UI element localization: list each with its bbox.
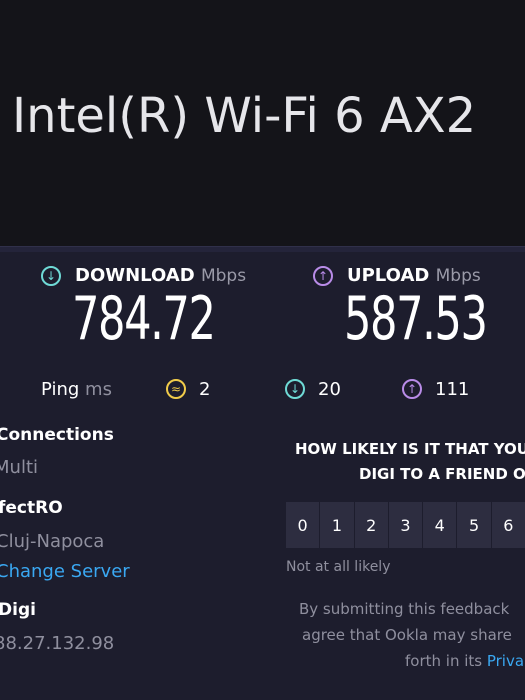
upload-label: UPLOAD Mbps <box>347 265 481 286</box>
rating-button-3[interactable]: 3 <box>388 502 423 548</box>
ping-download-value: 20 <box>318 379 341 400</box>
connections-label: Connections <box>0 425 114 445</box>
ping-label: Ping ms <box>41 379 112 400</box>
arrow-up-circle-icon: ↑ <box>313 266 333 286</box>
provider-name: Digi <box>0 600 36 620</box>
ping-unit: ms <box>85 379 112 400</box>
survey-footer-line2: agree that Ookla may share <box>302 626 512 644</box>
download-value: 784.72 <box>72 284 216 354</box>
survey-footer-line3: forth in its Priva <box>405 652 524 670</box>
privacy-link[interactable]: Priva <box>487 652 524 670</box>
rating-button-4[interactable]: 4 <box>423 502 457 548</box>
ping-idle-value: 2 <box>199 379 211 400</box>
rating-button-6[interactable]: 6 <box>491 502 525 548</box>
survey-footer-prefix: forth in its <box>405 652 487 670</box>
upload-latency-icon: ↑ <box>402 379 422 399</box>
upload-value: 587.53 <box>344 284 488 354</box>
survey-question-line1: HOW LIKELY IS IT THAT YOU <box>295 440 525 458</box>
adapter-name: Intel(R) Wi-Fi 6 AX2 <box>12 88 477 144</box>
server-name: fectRO <box>0 498 63 518</box>
survey-question-line2: DIGI TO A FRIEND O <box>359 465 525 483</box>
download-label: DOWNLOAD Mbps <box>75 265 246 286</box>
survey-footer-line1: By submitting this feedback <box>299 600 510 618</box>
connections-value: Multi <box>0 457 38 478</box>
provider-ip: 88.27.132.98 <box>0 633 115 654</box>
rating-button-2[interactable]: 2 <box>354 502 388 548</box>
rating-button-5[interactable]: 5 <box>457 502 491 548</box>
download-unit: Mbps <box>200 266 247 286</box>
idle-latency-icon: ≈ <box>166 379 186 399</box>
arrow-down-circle-icon: ↓ <box>41 266 61 286</box>
rating-low-label: Not at all likely <box>286 559 391 575</box>
server-location: Cluj-Napoca <box>0 531 105 552</box>
download-latency-icon: ↓ <box>285 379 305 399</box>
change-server-link[interactable]: Change Server <box>0 561 130 582</box>
adapter-header: Intel(R) Wi-Fi 6 AX2 <box>0 0 525 246</box>
ping-upload-value: 111 <box>435 379 470 400</box>
rating-button-0[interactable]: 0 <box>286 502 320 548</box>
upload-unit: Mbps <box>435 266 481 286</box>
ping-label-text: Ping <box>41 379 80 400</box>
rating-button-1[interactable]: 1 <box>320 502 354 548</box>
download-label-text: DOWNLOAD <box>75 265 195 286</box>
rating-scale: 0 1 2 3 4 5 6 <box>286 502 525 548</box>
upload-label-text: UPLOAD <box>347 265 430 286</box>
